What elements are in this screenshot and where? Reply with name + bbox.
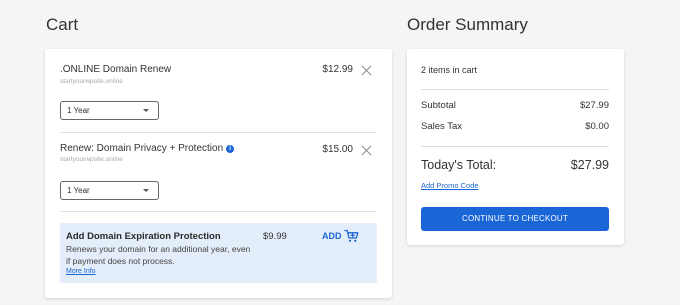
term-select[interactable]: 1 Year (60, 181, 159, 200)
cart-item: Renew: Domain Privacy + Protection i star… (60, 143, 377, 203)
chevron-down-icon (143, 189, 149, 192)
divider (60, 211, 377, 212)
divider (421, 89, 609, 90)
info-icon[interactable]: i (226, 145, 235, 153)
item-name: .ONLINE Domain Renew (60, 64, 172, 75)
total-value: $27.99 (570, 158, 609, 172)
tax-label: Sales Tax (421, 121, 463, 132)
term-select-value: 1 Year (67, 186, 90, 195)
add-button-label: ADD (322, 231, 342, 241)
expiration-protection-upsell: Add Domain Expiration Protection Renews … (60, 223, 377, 283)
item-price: $12.99 (322, 64, 353, 75)
close-icon[interactable] (361, 65, 372, 76)
subtotal-value: $27.99 (579, 100, 609, 111)
continue-to-checkout-button[interactable]: CONTINUE TO CHECKOUT (421, 207, 609, 231)
cart-heading: Cart (46, 15, 79, 34)
divider (60, 132, 377, 133)
close-icon[interactable] (361, 145, 372, 156)
divider (421, 146, 609, 147)
item-price: $15.00 (322, 144, 353, 155)
item-name-text: Renew: Domain Privacy + Protection (60, 143, 224, 154)
total-label: Today's Total: (421, 158, 497, 172)
tax-value: $0.00 (585, 121, 609, 132)
subtotal-row: Subtotal $27.99 (421, 100, 609, 111)
tax-row: Sales Tax $0.00 (421, 121, 609, 132)
more-info-link[interactable]: More Info (66, 268, 96, 275)
term-select[interactable]: 1 Year (60, 101, 159, 120)
subtotal-label: Subtotal (421, 100, 456, 111)
total-row: Today's Total: $27.99 (421, 158, 609, 172)
item-domain: startyourwpsite.online (60, 156, 123, 163)
term-select-value: 1 Year (67, 106, 90, 115)
cart-item: .ONLINE Domain Renew startyourwpsite.onl… (60, 64, 377, 124)
order-summary-heading: Order Summary (407, 15, 528, 34)
order-summary-card: 2 items in cart Subtotal $27.99 Sales Ta… (407, 49, 624, 245)
cart-add-icon (343, 229, 358, 242)
add-protection-button[interactable]: ADD (322, 229, 359, 243)
upsell-description: Renews your domain for an additional yea… (66, 244, 251, 266)
add-promo-code-link[interactable]: Add Promo Code (421, 181, 479, 190)
chevron-down-icon (143, 109, 149, 112)
cart-card: .ONLINE Domain Renew startyourwpsite.onl… (45, 49, 392, 298)
item-domain: startyourwpsite.online (60, 78, 123, 85)
items-count: 2 items in cart (421, 65, 478, 75)
upsell-price: $9.99 (263, 231, 287, 242)
item-name: Renew: Domain Privacy + Protection i (60, 143, 235, 154)
upsell-title: Add Domain Expiration Protection (66, 231, 221, 242)
